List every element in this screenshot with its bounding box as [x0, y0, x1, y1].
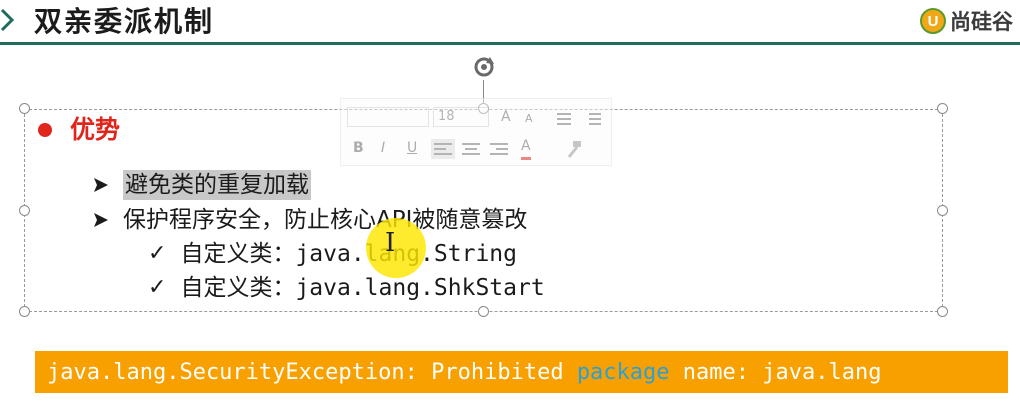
- list-item: 保护程序安全，防止核心API被随意篡改: [93, 205, 527, 235]
- sub-list-item: ✓ 自定义类： java.lang.ShkStart: [148, 273, 545, 303]
- section-heading: 优势: [70, 115, 121, 144]
- bullet-icon: [38, 123, 52, 137]
- logo-icon: U: [920, 8, 946, 34]
- logo-text: 尚硅谷: [950, 10, 1013, 34]
- bullets-icon[interactable]: [551, 109, 573, 129]
- checkmark-icon: ✓: [148, 275, 167, 300]
- shrink-font-button[interactable]: A: [525, 110, 533, 130]
- banner-keyword: package: [576, 359, 670, 385]
- font-size-dropdown[interactable]: 18: [433, 107, 489, 127]
- italic-button[interactable]: I: [381, 139, 385, 159]
- list-item: 避免类的重复加载: [93, 170, 311, 200]
- format-painter-icon[interactable]: [563, 139, 585, 159]
- align-center-icon[interactable]: [459, 139, 483, 159]
- sub-item-label: 自定义类：: [180, 241, 296, 267]
- arrow-bullet-icon: [94, 213, 108, 227]
- align-left-icon[interactable]: [431, 139, 455, 159]
- mini-format-toolbar[interactable]: 18 A A B I U A: [340, 98, 612, 166]
- brand-logo: U 尚硅谷: [920, 6, 1013, 36]
- indent-icon[interactable]: [581, 109, 603, 129]
- sub-item-label: 自定义类：: [180, 275, 296, 301]
- slide-title: 双亲委派机制: [34, 5, 215, 38]
- sub-list-item: ✓ 自定义类： java.lang.String: [148, 239, 517, 269]
- align-right-icon[interactable]: [487, 139, 511, 159]
- sub-item-code: java.lang.ShkStart: [295, 275, 545, 301]
- rotate-icon[interactable]: [471, 54, 497, 80]
- header-divider: [0, 42, 1020, 45]
- list-item-text: 避免类的重复加载: [123, 170, 311, 200]
- resize-handle-top-left[interactable]: [19, 103, 30, 114]
- checkmark-icon: ✓: [148, 241, 167, 266]
- arrow-bullet-icon: [94, 178, 108, 192]
- text-cursor-icon: I: [385, 228, 396, 258]
- resize-handle-bottom-left[interactable]: [19, 306, 30, 317]
- list-item-text: 保护程序安全，防止核心API被随意篡改: [123, 207, 528, 233]
- font-name-dropdown[interactable]: [347, 107, 429, 127]
- resize-handle-right[interactable]: [937, 205, 948, 216]
- bold-button[interactable]: B: [353, 139, 364, 159]
- font-color-button[interactable]: A: [521, 137, 531, 160]
- grow-font-button[interactable]: A: [501, 108, 511, 128]
- chevron-right-icon: [0, 8, 15, 32]
- resize-handle-bottom[interactable]: [478, 306, 489, 317]
- resize-handle-left[interactable]: [19, 205, 30, 216]
- banner-text-start: java.lang.SecurityException: Prohibited: [47, 359, 577, 385]
- exception-banner: java.lang.SecurityException: Prohibited …: [35, 351, 1008, 393]
- resize-handle-bottom-right[interactable]: [937, 306, 948, 317]
- resize-handle-top-right[interactable]: [937, 103, 948, 114]
- cursor-highlight: [366, 218, 426, 278]
- underline-button[interactable]: U: [407, 139, 417, 159]
- banner-text-end: name: java.lang: [669, 359, 882, 385]
